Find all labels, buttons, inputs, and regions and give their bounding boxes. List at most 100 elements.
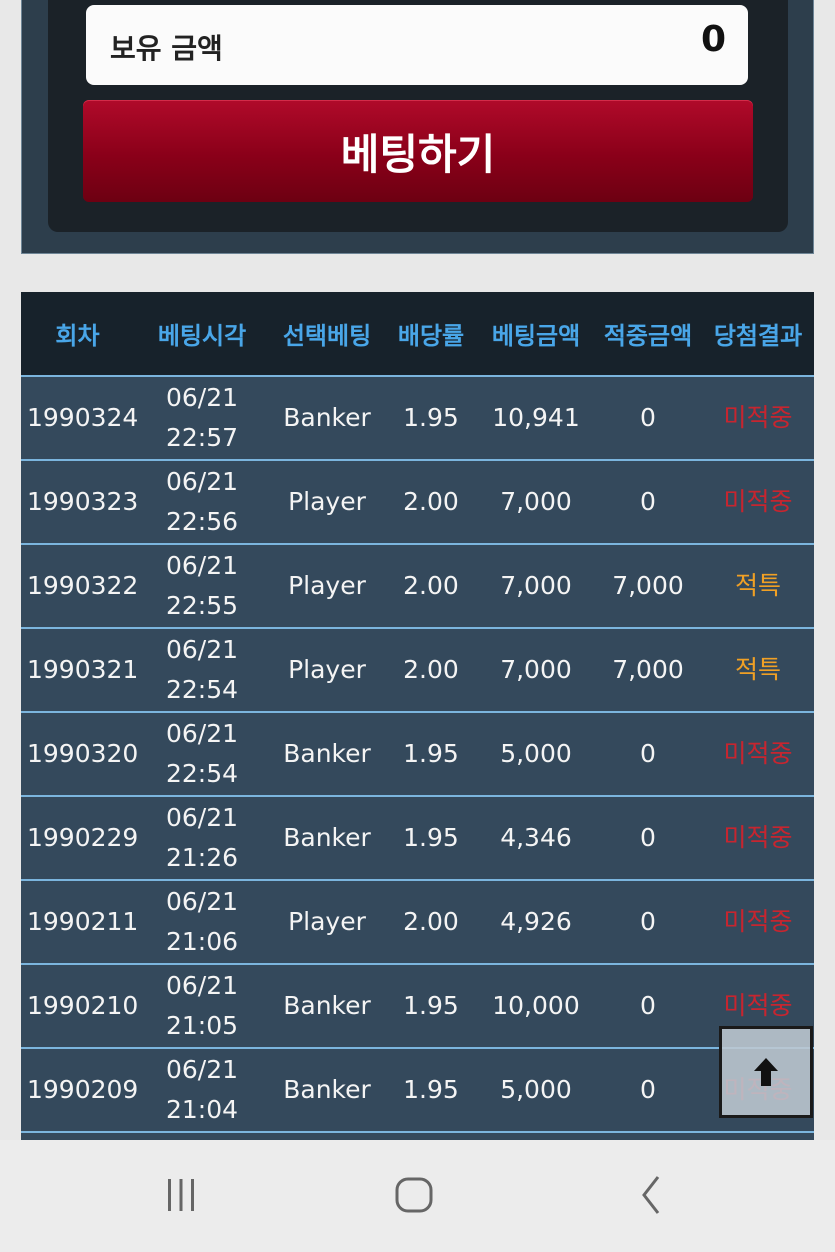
cell-result: 미적중	[702, 376, 814, 461]
arrow-up-icon	[754, 1058, 778, 1086]
cell-win-amount: 7,000	[594, 628, 702, 713]
balance-box: 보유 금액 0	[86, 5, 748, 85]
recent-apps-icon	[168, 1179, 194, 1211]
table-row: 1990320 06/21 22:54 Banker 1.95 5,000 0 미적중	[21, 712, 814, 797]
cell-bet-amount: 5,000	[478, 1048, 594, 1133]
cell-round: 1990323	[21, 460, 138, 545]
header-round: 회차	[21, 292, 134, 377]
cell-odds: 2.00	[384, 628, 478, 713]
cell-pick: Player	[270, 460, 384, 545]
cell-round: 1990321	[21, 628, 138, 713]
cell-bet-amount: 4,346	[478, 796, 594, 881]
recent-apps-button[interactable]	[151, 1170, 211, 1220]
table-row: 199020906/2121:04Banker1.955,0000미적중	[21, 1048, 814, 1133]
cell-pick: Banker	[270, 376, 384, 461]
cell-bet-time: 06/21 22:54	[134, 712, 270, 797]
cell-bet-amount: 5,000	[478, 712, 594, 797]
cell-odds: 1.95	[384, 964, 478, 1049]
table-header-row: 회차 베팅시각 선택베팅 배당률 베팅금액 적중금액 당첨결과	[21, 292, 814, 377]
cell-bet-time: 06/21 21:26	[134, 796, 270, 881]
bet-date: 06/21	[165, 551, 239, 580]
bet-time: 21:06	[165, 927, 239, 956]
home-icon	[395, 1177, 433, 1213]
cell-bet-amount: 7,000	[478, 460, 594, 545]
balance-value: 0	[700, 19, 726, 60]
cell-result: 적특	[702, 628, 814, 713]
cell-round: 1990229	[21, 796, 138, 881]
cell-odds: 1.95	[384, 796, 478, 881]
cell-pick: Banker	[270, 964, 384, 1049]
cell-win-amount: 0	[594, 460, 702, 545]
cell-pick: Player	[270, 544, 384, 629]
cell-pick: Player	[270, 628, 384, 713]
bet-date: 06/21	[165, 803, 239, 832]
cell-pick: Banker	[270, 712, 384, 797]
cell-result: 적특	[702, 544, 814, 629]
bet-date: 06/21	[165, 887, 239, 916]
cell-result: 미적중	[702, 880, 814, 965]
cell-odds: 2.00	[384, 460, 478, 545]
bet-history-table: 회차 베팅시각 선택베팅 배당률 베팅금액 적중금액 당첨결과 1990324 0…	[21, 292, 814, 1133]
cell-win-amount: 7,000	[594, 544, 702, 629]
cell-win-amount: 0	[594, 376, 702, 461]
bet-history-table-container[interactable]: 회차 베팅시각 선택베팅 배당률 베팅금액 적중금액 당첨결과 1990324 0…	[21, 292, 814, 1140]
table-row: 1990322 06/21 22:55 Player 2.00 7,000 7,000 적특	[21, 544, 814, 629]
cell-pick: Banker	[270, 796, 384, 881]
bet-time: 22:56	[165, 507, 239, 536]
cell-win-amount: 0	[594, 880, 702, 965]
system-navigation-bar	[0, 1140, 835, 1252]
cell-round: 1990322	[21, 544, 138, 629]
cell-odds: 1.95	[384, 712, 478, 797]
home-button[interactable]	[384, 1170, 444, 1220]
table-row: 1990229 06/21 21:26 Banker 1.95 4,346 0 미적중	[21, 796, 814, 881]
bet-date: 06/21	[165, 971, 239, 1000]
bet-time: 22:54	[165, 759, 239, 788]
bet-date: 06/21	[165, 1055, 239, 1084]
header-bet-time: 베팅시각	[134, 292, 270, 377]
table-body: 1990324 06/21 22:57 Banker 1.95 10,941 0 미적중 199…	[21, 376, 814, 1133]
cell-win-amount: 0	[594, 796, 702, 881]
cell-win-amount: 0	[594, 1048, 702, 1133]
table-row: 1990211 06/21 21:06 Player 2.00 4,926 0 미적중	[21, 880, 814, 965]
cell-bet-time: 06/21 22:54	[134, 628, 270, 713]
cell-bet-time: 06/21 22:56	[134, 460, 270, 545]
table-row: 1990321 06/21 22:54 Player 2.00 7,000 7,000 적특	[21, 628, 814, 713]
bet-date: 06/21	[165, 467, 239, 496]
betting-panel: 보유 금액 0 베팅하기	[21, 0, 814, 254]
cell-bet-amount: 7,000	[478, 628, 594, 713]
place-bet-button[interactable]: 베팅하기	[83, 100, 753, 202]
cell-round: 1990211	[21, 880, 138, 965]
cell-bet-time: 06/21 21:05	[134, 964, 270, 1049]
balance-label: 보유 금액	[110, 32, 223, 65]
cell-bet-amount: 7,000	[478, 544, 594, 629]
header-win-amount: 적중금액	[594, 292, 702, 377]
cell-result: 미적중	[702, 712, 814, 797]
cell-bet-time: 06/21 22:57	[134, 376, 270, 461]
bet-date: 06/21	[165, 635, 239, 664]
bet-time: 21:04	[165, 1095, 239, 1124]
header-result: 당첨결과	[702, 292, 814, 377]
bet-date: 06/21	[165, 383, 239, 412]
cell-pick: Banker	[270, 1048, 384, 1133]
cell-odds: 1.95	[384, 376, 478, 461]
cell-odds: 1.95	[384, 1048, 478, 1133]
cell-bet-amount: 10,000	[478, 964, 594, 1049]
header-pick: 선택베팅	[270, 292, 384, 377]
cell-win-amount: 0	[594, 712, 702, 797]
back-icon	[642, 1176, 660, 1214]
cell-round: 1990210	[21, 964, 138, 1049]
cell-odds: 2.00	[384, 544, 478, 629]
cell-round: 1990209	[21, 1048, 138, 1133]
bet-time: 21:05	[165, 1011, 239, 1040]
scroll-to-top-button[interactable]	[719, 1026, 813, 1118]
cell-result: 미적중	[702, 460, 814, 545]
back-button[interactable]	[620, 1170, 680, 1220]
cell-bet-amount: 4,926	[478, 880, 594, 965]
cell-odds: 2.00	[384, 880, 478, 965]
bet-time: 21:26	[165, 843, 239, 872]
cell-round: 1990320	[21, 712, 138, 797]
bet-date: 06/21	[165, 719, 239, 748]
table-row: 1990210 06/21 21:05 Banker 1.95 10,000 0 미적중	[21, 964, 814, 1049]
cell-result: 미적중	[702, 796, 814, 881]
cell-pick: Player	[270, 880, 384, 965]
